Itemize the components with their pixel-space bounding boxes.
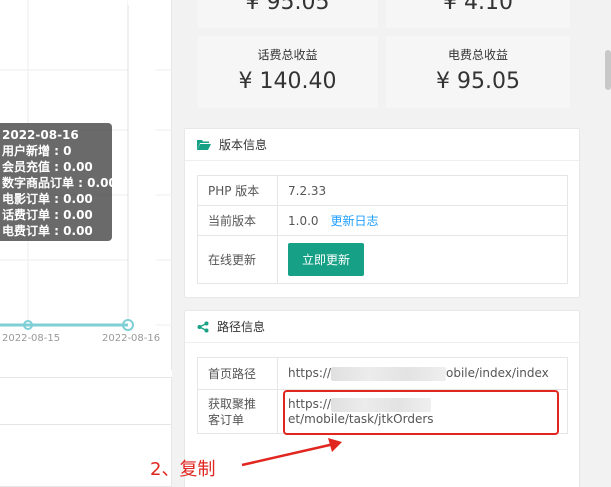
annotation-label: 2、复制 [150, 459, 216, 480]
panel-header: 路径信息 [185, 311, 579, 343]
stat-value: ¥ 95.05 [436, 69, 520, 94]
stat-label: 话费总收益 [257, 48, 318, 62]
x-tick-label: 2022-08-16 [102, 333, 161, 344]
tooltip-row-user: 用户新增 : 0 [2, 144, 72, 158]
highlight-box [283, 390, 559, 435]
panel-header: 版本信息 [185, 129, 579, 161]
stat-card-electric-revenue: 电费总收益 ¥ 95.05 [386, 36, 570, 108]
stat-card-phone-revenue: 话费总收益 ¥ 140.40 [197, 36, 378, 108]
url-prefix: https:// [288, 366, 332, 381]
update-now-button[interactable]: 立即更新 [288, 243, 365, 276]
tooltip-row-movie: 电影订单 : 0.00 [2, 192, 93, 206]
stat-value: ¥ 95.05 [245, 0, 330, 15]
share-icon [197, 321, 209, 332]
stat-card-partial-right: ¥ 4.10 [386, 0, 570, 28]
chart-tooltip: 2022-08-16 用户新增 : 0 会员充值 : 0.00 数字商品订单 :… [0, 123, 117, 241]
row-label: 获取聚推客订单 [197, 389, 278, 434]
chart-series [0, 319, 134, 331]
arrow-annotation [241, 438, 342, 467]
row-label: 在线更新 [197, 235, 278, 284]
redacted-domain [331, 366, 447, 381]
tooltip-date: 2022-08-16 [2, 128, 79, 142]
version-table: PHP 版本 7.2.33 当前版本 1.0.0 更新日志 在线更新 立即更新 [197, 175, 568, 284]
table-row: 当前版本 1.0.0 更新日志 [197, 205, 568, 236]
tooltip-row-member: 会员充值 : 0.00 [2, 160, 93, 174]
row-label: 首页路径 [197, 357, 278, 390]
x-tick-label: 2022-08-15 [2, 333, 61, 344]
table-row: 在线更新 立即更新 [197, 235, 568, 284]
tooltip-row-electric: 电费订单 : 0.00 [2, 224, 93, 238]
row-value: 立即更新 [277, 235, 568, 284]
panel-title: 版本信息 [219, 138, 268, 152]
version-info-panel: 版本信息 PHP 版本 7.2.33 当前版本 1.0.0 更新日志 在线更新 立… [184, 128, 580, 298]
statistics-chart-panel: 2022-08-16 用户新增 : 0 会员充值 : 0.00 数字商品订单 :… [0, 0, 172, 370]
lower-left-panel [0, 377, 172, 487]
stat-value: ¥ 140.40 [238, 69, 337, 94]
row-value: 7.2.33 [277, 175, 568, 206]
table-row: 首页路径 https:// obile/index/index [197, 357, 568, 390]
scrollbar-thumb[interactable] [605, 50, 611, 90]
current-version-value: 1.0.0 [288, 214, 319, 228]
tooltip-row-digital: 数字商品订单 : 0.00 [2, 176, 117, 190]
stat-value: ¥ 4.10 [443, 0, 513, 15]
row-value: 1.0.0 更新日志 [277, 205, 568, 236]
stat-label: 电费总收益 [447, 48, 508, 62]
home-path-value[interactable]: https:// obile/index/index [277, 357, 568, 390]
row-label: PHP 版本 [197, 175, 278, 206]
column-gutter [172, 0, 180, 487]
stat-card-partial-left: ¥ 95.05 [197, 0, 378, 28]
row-label: 当前版本 [197, 205, 278, 236]
lower-left-panel-body [0, 424, 172, 487]
changelog-link[interactable]: 更新日志 [331, 214, 379, 228]
table-row: PHP 版本 7.2.33 [197, 175, 568, 206]
panel-title: 路径信息 [217, 320, 266, 334]
folder-open-icon [197, 139, 211, 150]
tooltip-row-phone: 话费订单 : 0.00 [2, 208, 93, 222]
url-suffix: obile/index/index [446, 366, 549, 381]
